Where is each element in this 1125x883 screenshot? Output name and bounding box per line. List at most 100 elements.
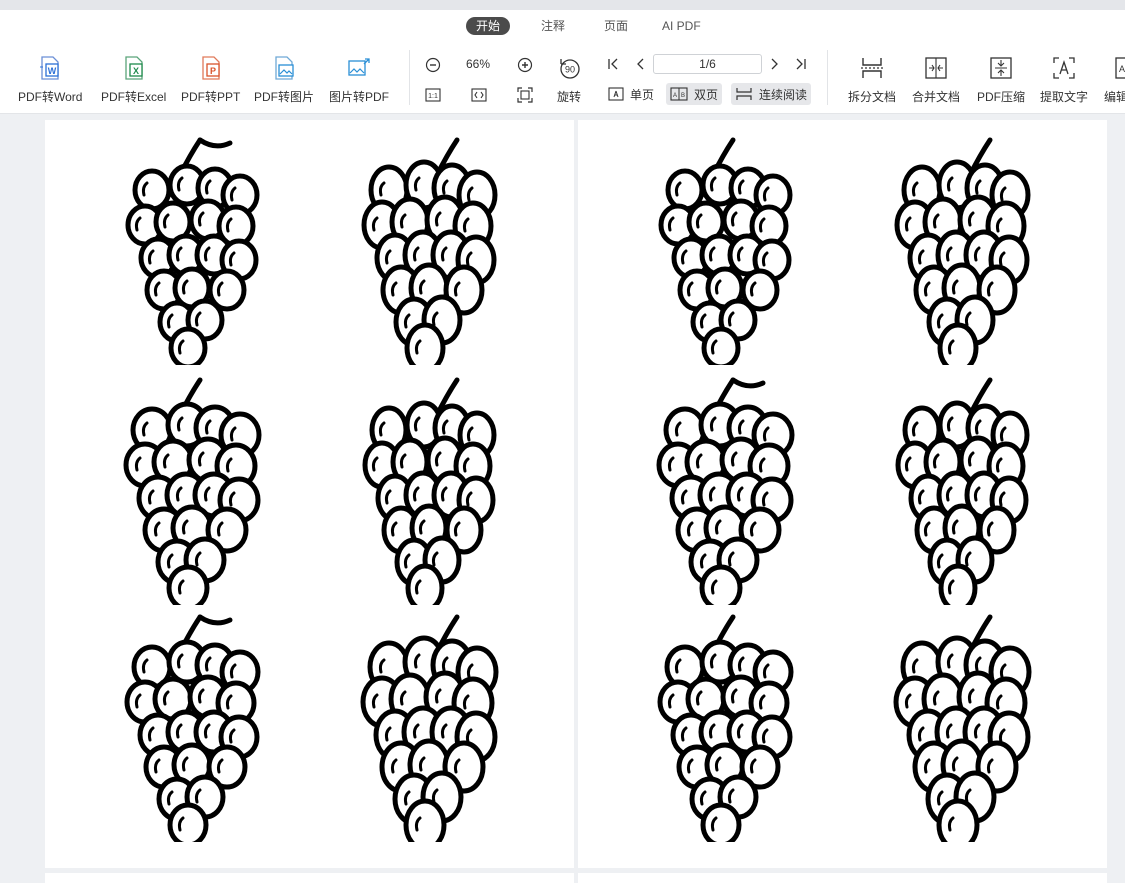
grape-illustration <box>880 375 1050 613</box>
pdf-to-image-button[interactable]: PDF转图片 <box>254 54 314 105</box>
next-page-button[interactable] <box>767 56 783 72</box>
fit-page-button[interactable] <box>516 86 534 104</box>
svg-text:B: B <box>681 93 685 99</box>
rotate-90-icon: 90 <box>555 54 583 82</box>
grape-bunch-icon <box>125 137 260 370</box>
edit-label: 编辑 <box>1104 90 1125 104</box>
svg-text:X: X <box>133 66 139 76</box>
rotate-label: 旋转 <box>556 90 581 104</box>
split-doc-button[interactable]: 拆分文档 <box>848 54 896 105</box>
pdf-to-image-icon <box>270 54 298 82</box>
grape-illustration <box>347 135 517 374</box>
grape-illustration <box>880 135 1050 374</box>
pdf-page-next-right <box>578 873 1107 883</box>
rotate-button[interactable]: 90 旋转 <box>555 54 583 105</box>
svg-text:A: A <box>673 93 677 99</box>
ribbon-tabs: 开始 注释 页面 AI PDF <box>0 17 1125 37</box>
single-page-icon <box>608 87 624 101</box>
pdf-to-ppt-icon: P <box>197 54 225 82</box>
actual-size-button[interactable]: 1:1 <box>424 86 442 104</box>
toolbar-separator <box>827 50 828 105</box>
edit-button[interactable]: A 编辑 <box>1104 54 1125 105</box>
grape-illustration <box>880 612 1050 852</box>
tab-page[interactable]: 页面 <box>594 17 638 35</box>
grape-bunch-icon <box>895 377 1030 613</box>
plus-circle-icon <box>517 57 533 73</box>
ribbon-toolbar: 开始 注释 页面 AI PDF W PDF转Word X PDF转Excel P… <box>0 10 1125 114</box>
merge-doc-icon <box>922 54 950 82</box>
pdf-to-ppt-button[interactable]: P PDF转PPT <box>181 54 240 105</box>
grape-bunch-icon <box>658 137 793 370</box>
grape-illustration <box>643 375 813 612</box>
actual-size-icon: 1:1 <box>425 88 441 102</box>
zoom-in-button[interactable] <box>516 56 534 74</box>
image-to-pdf-icon <box>345 54 373 82</box>
pdf-page-next-left <box>45 873 574 883</box>
grape-bunch-icon <box>656 377 795 612</box>
pdf-page-right <box>578 120 1107 868</box>
first-page-button[interactable] <box>605 56 621 72</box>
continuous-read-label: 连续阅读 <box>759 87 808 102</box>
grape-illustration <box>110 135 280 370</box>
split-doc-label: 拆分文档 <box>848 90 897 104</box>
page-number-input[interactable] <box>653 54 762 74</box>
grape-bunch-icon <box>361 137 498 374</box>
svg-text:90: 90 <box>565 65 575 75</box>
merge-doc-button[interactable]: 合并文档 <box>912 54 960 105</box>
double-page-view-button[interactable]: AB 双页 <box>666 83 723 105</box>
svg-text:A: A <box>1119 64 1125 74</box>
pdf-to-excel-button[interactable]: X PDF转Excel <box>101 54 166 105</box>
continuous-read-button[interactable]: 连续阅读 <box>731 83 812 105</box>
zoom-out-button[interactable] <box>424 56 442 74</box>
zoom-level[interactable]: 66% <box>466 57 490 71</box>
double-page-label: 双页 <box>694 87 719 102</box>
svg-text:P: P <box>210 66 216 76</box>
pdf-page-left <box>45 120 574 868</box>
prev-page-button[interactable] <box>632 56 648 72</box>
continuous-read-icon <box>735 87 753 101</box>
grape-bunch-icon <box>362 377 497 613</box>
edit-icon: A <box>1104 54 1125 82</box>
next-page-icon <box>770 57 780 71</box>
single-page-label: 单页 <box>630 87 655 102</box>
grape-illustration <box>110 375 280 612</box>
last-page-icon <box>795 57 807 71</box>
tab-annotate[interactable]: 注释 <box>531 17 575 35</box>
pdf-to-excel-icon: X <box>120 54 148 82</box>
pdf-to-word-button[interactable]: W PDF转Word <box>18 54 82 105</box>
pdf-to-word-icon: W <box>36 54 64 82</box>
fit-width-button[interactable] <box>470 86 488 104</box>
prev-page-icon <box>635 57 645 71</box>
grape-bunch-icon <box>894 137 1031 374</box>
image-to-pdf-label: 图片转PDF <box>329 90 390 104</box>
tab-start[interactable]: 开始 <box>466 17 511 35</box>
window-top-strip <box>0 0 1125 10</box>
first-page-icon <box>607 57 619 71</box>
grape-bunch-icon <box>124 614 261 848</box>
grape-illustration <box>347 612 517 852</box>
minus-circle-icon <box>425 57 441 73</box>
split-doc-icon <box>858 54 886 82</box>
toolbar-separator <box>409 50 410 105</box>
extract-text-icon <box>1050 54 1078 82</box>
grape-illustration <box>110 612 280 848</box>
tab-ai-pdf[interactable]: AI PDF <box>652 17 711 35</box>
grape-bunch-icon <box>360 614 499 852</box>
merge-doc-label: 合并文档 <box>912 90 961 104</box>
svg-text:W: W <box>48 66 57 76</box>
double-page-icon: AB <box>670 87 688 101</box>
extract-text-label: 提取文字 <box>1040 90 1089 104</box>
svg-text:1:1: 1:1 <box>428 93 438 100</box>
pdf-to-excel-label: PDF转Excel <box>101 90 167 104</box>
extract-text-button[interactable]: 提取文字 <box>1040 54 1088 105</box>
fit-page-icon <box>517 87 533 103</box>
single-page-view-button[interactable]: 单页 <box>604 83 658 105</box>
grape-bunch-icon <box>657 614 794 848</box>
fit-width-icon <box>471 88 487 102</box>
grape-bunch-icon <box>893 614 1032 852</box>
image-to-pdf-button[interactable]: 图片转PDF <box>329 54 389 105</box>
pdf-compress-button[interactable]: PDF压缩 <box>977 54 1025 105</box>
grape-illustration <box>347 375 517 613</box>
last-page-button[interactable] <box>793 56 809 72</box>
pdf-to-word-label: PDF转Word <box>18 90 83 104</box>
